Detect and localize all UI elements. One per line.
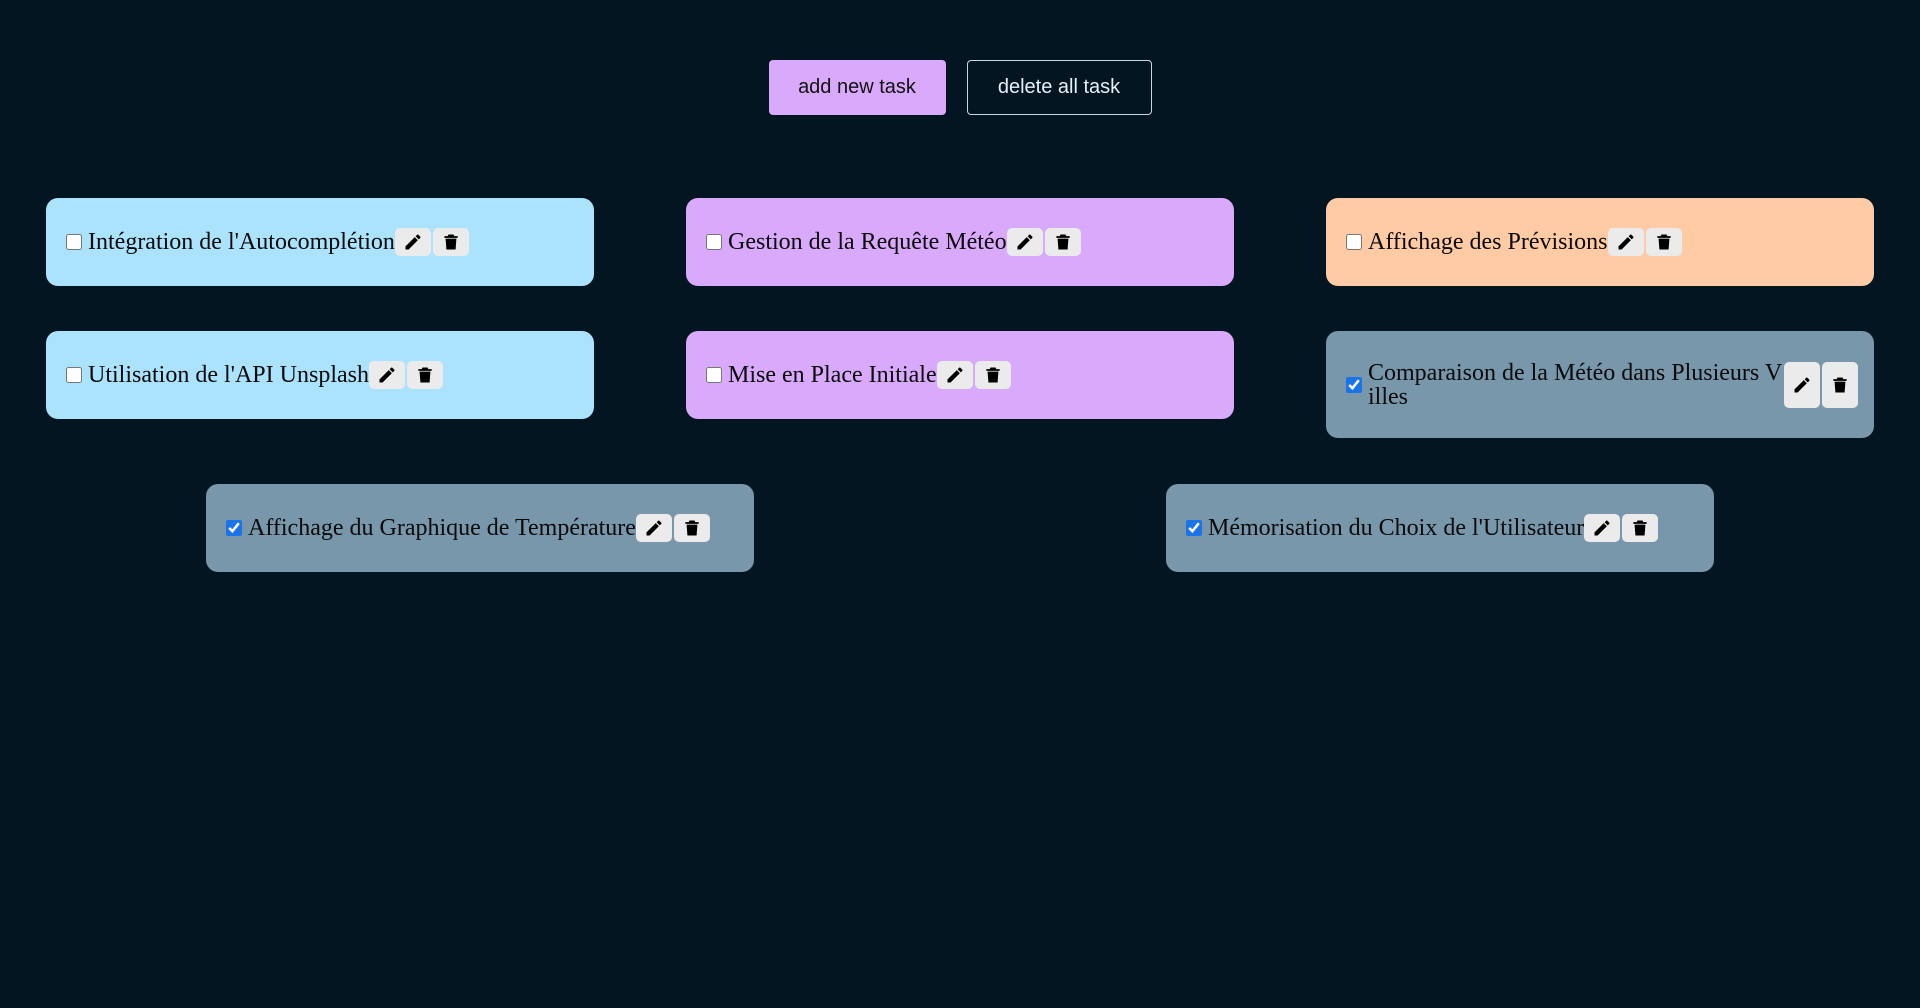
task-title: Utilisation de l'API Unsplash (88, 362, 369, 388)
task-card: Utilisation de l'API Unsplash (46, 331, 594, 419)
edit-task-button[interactable] (936, 361, 973, 389)
add-new-task-button[interactable]: add new task (768, 60, 946, 115)
task-checkbox[interactable] (706, 234, 722, 250)
pencil-icon (403, 232, 423, 252)
task-actions (1607, 228, 1682, 256)
task-title: Mise en Place Initiale (728, 362, 937, 388)
trash-icon (682, 518, 702, 538)
task-title: Mémorisation du Choix de l'Utilisateur (1208, 515, 1585, 541)
task-checkbox[interactable] (1186, 520, 1202, 536)
trash-icon (441, 232, 461, 252)
task-actions (368, 361, 443, 389)
delete-task-button[interactable] (406, 361, 443, 389)
task-checkbox[interactable] (706, 367, 722, 383)
task-title: Affichage du Graphique de Température (248, 515, 636, 541)
toolbar: add new task delete all task (0, 60, 1920, 115)
task-title: Gestion de la Requête Météo (728, 229, 1007, 255)
task-title: Comparaison de la Météo dans Plusieurs V… (1368, 359, 1783, 410)
delete-task-button[interactable] (974, 361, 1011, 389)
trash-icon (1630, 518, 1650, 538)
delete-task-button[interactable] (1822, 361, 1858, 408)
trash-icon (1053, 232, 1073, 252)
edit-task-button[interactable] (394, 228, 431, 256)
trash-icon (983, 365, 1003, 385)
pencil-icon (1792, 375, 1812, 395)
task-card: Affichage des Prévisions (1326, 198, 1874, 286)
task-actions (936, 361, 1011, 389)
task-title: Affichage des Prévisions (1368, 229, 1608, 255)
delete-all-tasks-button[interactable]: delete all task (966, 60, 1152, 115)
task-checkbox[interactable] (226, 520, 242, 536)
trash-icon (415, 365, 435, 385)
pencil-icon (377, 365, 397, 385)
task-card: Comparaison de la Météo dans Plusieurs V… (1326, 331, 1874, 438)
delete-task-button[interactable] (673, 514, 710, 542)
pencil-icon (1015, 232, 1035, 252)
delete-task-button[interactable] (1044, 228, 1081, 256)
task-actions (1784, 361, 1858, 408)
task-card: Mémorisation du Choix de l'Utilisateur (1166, 484, 1714, 572)
task-checkbox[interactable] (1346, 376, 1362, 393)
task-card: Affichage du Graphique de Température (206, 484, 754, 572)
pencil-icon (1592, 518, 1612, 538)
pencil-icon (945, 365, 965, 385)
task-actions (1584, 514, 1659, 542)
task-actions (394, 228, 469, 256)
pencil-icon (1616, 232, 1636, 252)
task-title: Intégration de l'Autocomplétion (88, 229, 395, 255)
delete-task-button[interactable] (1622, 514, 1659, 542)
edit-task-button[interactable] (1006, 228, 1043, 256)
edit-task-button[interactable] (368, 361, 405, 389)
edit-task-button[interactable] (635, 514, 672, 542)
task-checkbox[interactable] (1346, 234, 1362, 250)
edit-task-button[interactable] (1584, 514, 1621, 542)
trash-icon (1654, 232, 1674, 252)
task-card: Mise en Place Initiale (686, 331, 1234, 419)
trash-icon (1830, 375, 1850, 395)
task-card: Intégration de l'Autocomplétion (46, 198, 594, 286)
task-actions (635, 514, 710, 542)
task-actions (1006, 228, 1081, 256)
task-card: Gestion de la Requête Météo (686, 198, 1234, 286)
delete-task-button[interactable] (432, 228, 469, 256)
pencil-icon (644, 518, 664, 538)
edit-task-button[interactable] (1607, 228, 1644, 256)
edit-task-button[interactable] (1784, 361, 1820, 408)
delete-task-button[interactable] (1645, 228, 1682, 256)
task-checkbox[interactable] (66, 234, 82, 250)
task-checkbox[interactable] (66, 367, 82, 383)
